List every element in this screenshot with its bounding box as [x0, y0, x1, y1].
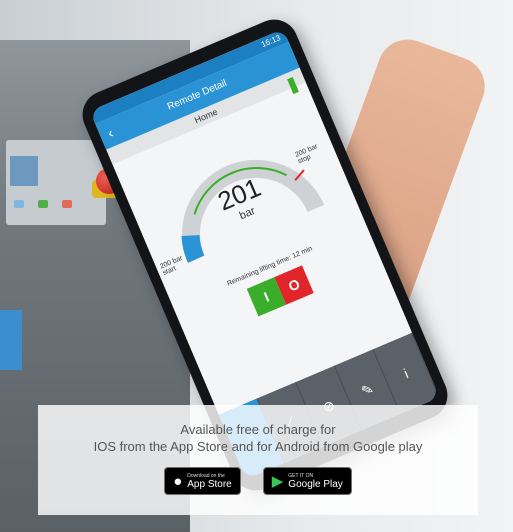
photo-scene: 16:13 ‹ Remote Detail Home 201 bar 200 b… [0, 0, 513, 532]
app-store-badge[interactable]: ● Download on the App Store [164, 467, 241, 495]
store-badges: ● Download on the App Store ▶ GET IT ON … [38, 467, 478, 495]
google-play-badge[interactable]: ▶ GET IT ON Google Play [262, 467, 352, 495]
app-store-label: App Store [187, 478, 232, 490]
machine-blue-panel [0, 310, 22, 370]
apple-icon: ● [173, 472, 183, 490]
machine-button [14, 200, 24, 208]
google-play-label: Google Play [288, 478, 343, 490]
banner-line-2: IOS from the App Store and for Android f… [93, 439, 423, 454]
machine-screen [10, 156, 38, 186]
google-play-icon: ▶ [271, 473, 284, 490]
back-icon[interactable]: ‹ [103, 119, 118, 147]
download-banner: Available free of charge for IOS from th… [38, 405, 478, 515]
banner-text: Available free of charge for IOS from th… [38, 421, 478, 455]
banner-line-1: Available free of charge for [180, 422, 336, 437]
machine-button [62, 200, 72, 208]
machine-button [38, 200, 48, 208]
